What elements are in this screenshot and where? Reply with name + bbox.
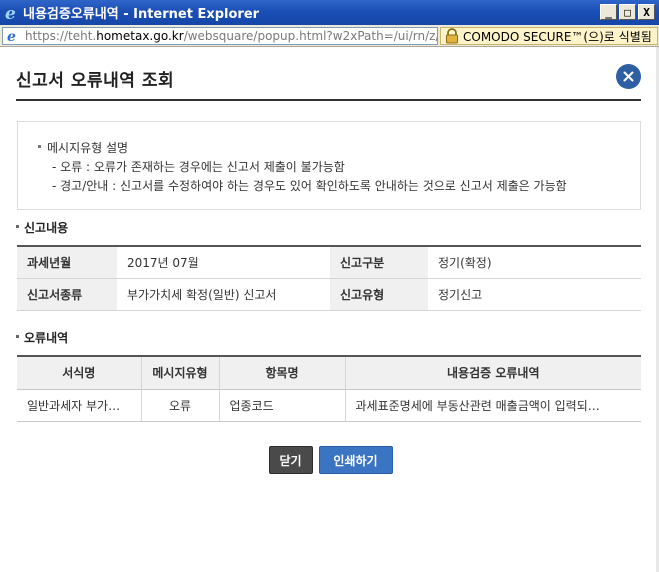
cell-error-detail: 과세표준명세에 부동산관련 매출금액이 입력되…	[345, 389, 641, 422]
url-prefix: https://teht.	[25, 29, 97, 43]
value-tax-period: 2017년 07월	[117, 246, 330, 279]
security-indicator[interactable]: COMODO SECURE™(으)로 식별됨	[440, 27, 658, 45]
notice-line-warning: - 경고/안내 : 신고서를 수정하여야 하는 경우도 있어 확인하도록 안내하…	[52, 179, 567, 193]
value-report-category: 정기(확정)	[428, 246, 641, 279]
maximize-button[interactable]: □	[619, 4, 636, 20]
cell-item-name: 업종코드	[219, 389, 346, 422]
report-info-table: 과세년월 2017년 07월 신고구분 정기(확정) 신고서종류 부가가치세 확…	[17, 245, 641, 311]
notice-heading: 메시지유형 설명	[38, 139, 640, 158]
label-report-type: 신고유형	[330, 278, 428, 311]
lock-icon	[444, 28, 460, 44]
window-title: 내용검증오류내역 - Internet Explorer	[23, 7, 260, 22]
address-bar: e https://teht.hometax.go.kr/websquare/p…	[0, 25, 659, 47]
column-header-message-type: 메시지유형	[141, 356, 220, 390]
table-row: 신고서종류 부가가치세 확정(일반) 신고서 신고유형 정기신고	[17, 278, 641, 311]
svg-text:e: e	[7, 29, 16, 43]
security-text: COMODO SECURE™(으)로 식별됨	[463, 29, 652, 44]
report-section-title: 신고내용	[16, 219, 68, 236]
label-tax-period: 과세년월	[17, 246, 117, 279]
close-icon	[623, 71, 634, 82]
label-report-category: 신고구분	[330, 246, 428, 279]
close-popup-button[interactable]	[616, 64, 641, 89]
minimize-button[interactable]: _	[600, 4, 617, 20]
svg-text:e: e	[5, 5, 16, 21]
error-section-title: 오류내역	[16, 329, 68, 346]
close-window-button[interactable]: X	[638, 4, 655, 20]
cell-message-type: 오류	[141, 389, 220, 422]
action-buttons: 닫기 인쇄하기	[0, 446, 659, 474]
page-title: 신고서 오류내역 조회	[16, 71, 175, 91]
column-header-form-name: 서식명	[17, 356, 142, 390]
section-bullet-icon	[16, 225, 19, 228]
section-bullet-icon	[16, 335, 19, 338]
table-row[interactable]: 일반과세자 부가… 오류 업종코드 과세표준명세에 부동산관련 매출금액이 입력…	[17, 389, 641, 422]
url-domain: hometax.go.kr	[96, 29, 184, 43]
column-header-item-name: 항목명	[219, 356, 346, 390]
value-report-type: 정기신고	[428, 278, 641, 311]
bullet-icon	[38, 145, 41, 148]
url-field[interactable]: e https://teht.hometax.go.kr/websquare/p…	[2, 27, 438, 45]
url-text: https://teht.hometax.go.kr/websquare/pop…	[25, 29, 438, 43]
message-type-notice: 메시지유형 설명 - 오류 : 오류가 존재하는 경우에는 신고서 제출이 불가…	[17, 121, 641, 210]
label-report-kind: 신고서종류	[17, 278, 117, 311]
close-button[interactable]: 닫기	[268, 446, 313, 474]
value-report-kind: 부가가치세 확정(일반) 신고서	[117, 278, 330, 311]
notice-line-error: - 오류 : 오류가 존재하는 경우에는 신고서 제출이 불가능함	[52, 160, 345, 174]
table-row: 과세년월 2017년 07월 신고구분 정기(확정)	[17, 246, 641, 279]
window-titlebar: e 내용검증오류내역 - Internet Explorer _ □ X	[0, 0, 659, 25]
url-suffix: /websquare/popup.html?w2xPath=/ui/rn/z/U	[183, 29, 438, 43]
table-header-row: 서식명 메시지유형 항목명 내용검증 오류내역	[17, 356, 641, 390]
cell-form-name: 일반과세자 부가…	[17, 389, 142, 422]
print-button[interactable]: 인쇄하기	[318, 446, 393, 474]
ie-page-icon: e	[6, 29, 22, 44]
internet-explorer-icon: e	[3, 4, 21, 22]
column-header-error-detail: 내용검증 오류내역	[345, 356, 641, 390]
popup-header: 신고서 오류내역 조회	[16, 47, 641, 101]
error-list-table: 서식명 메시지유형 항목명 내용검증 오류내역 일반과세자 부가… 오류 업종코…	[17, 355, 641, 422]
